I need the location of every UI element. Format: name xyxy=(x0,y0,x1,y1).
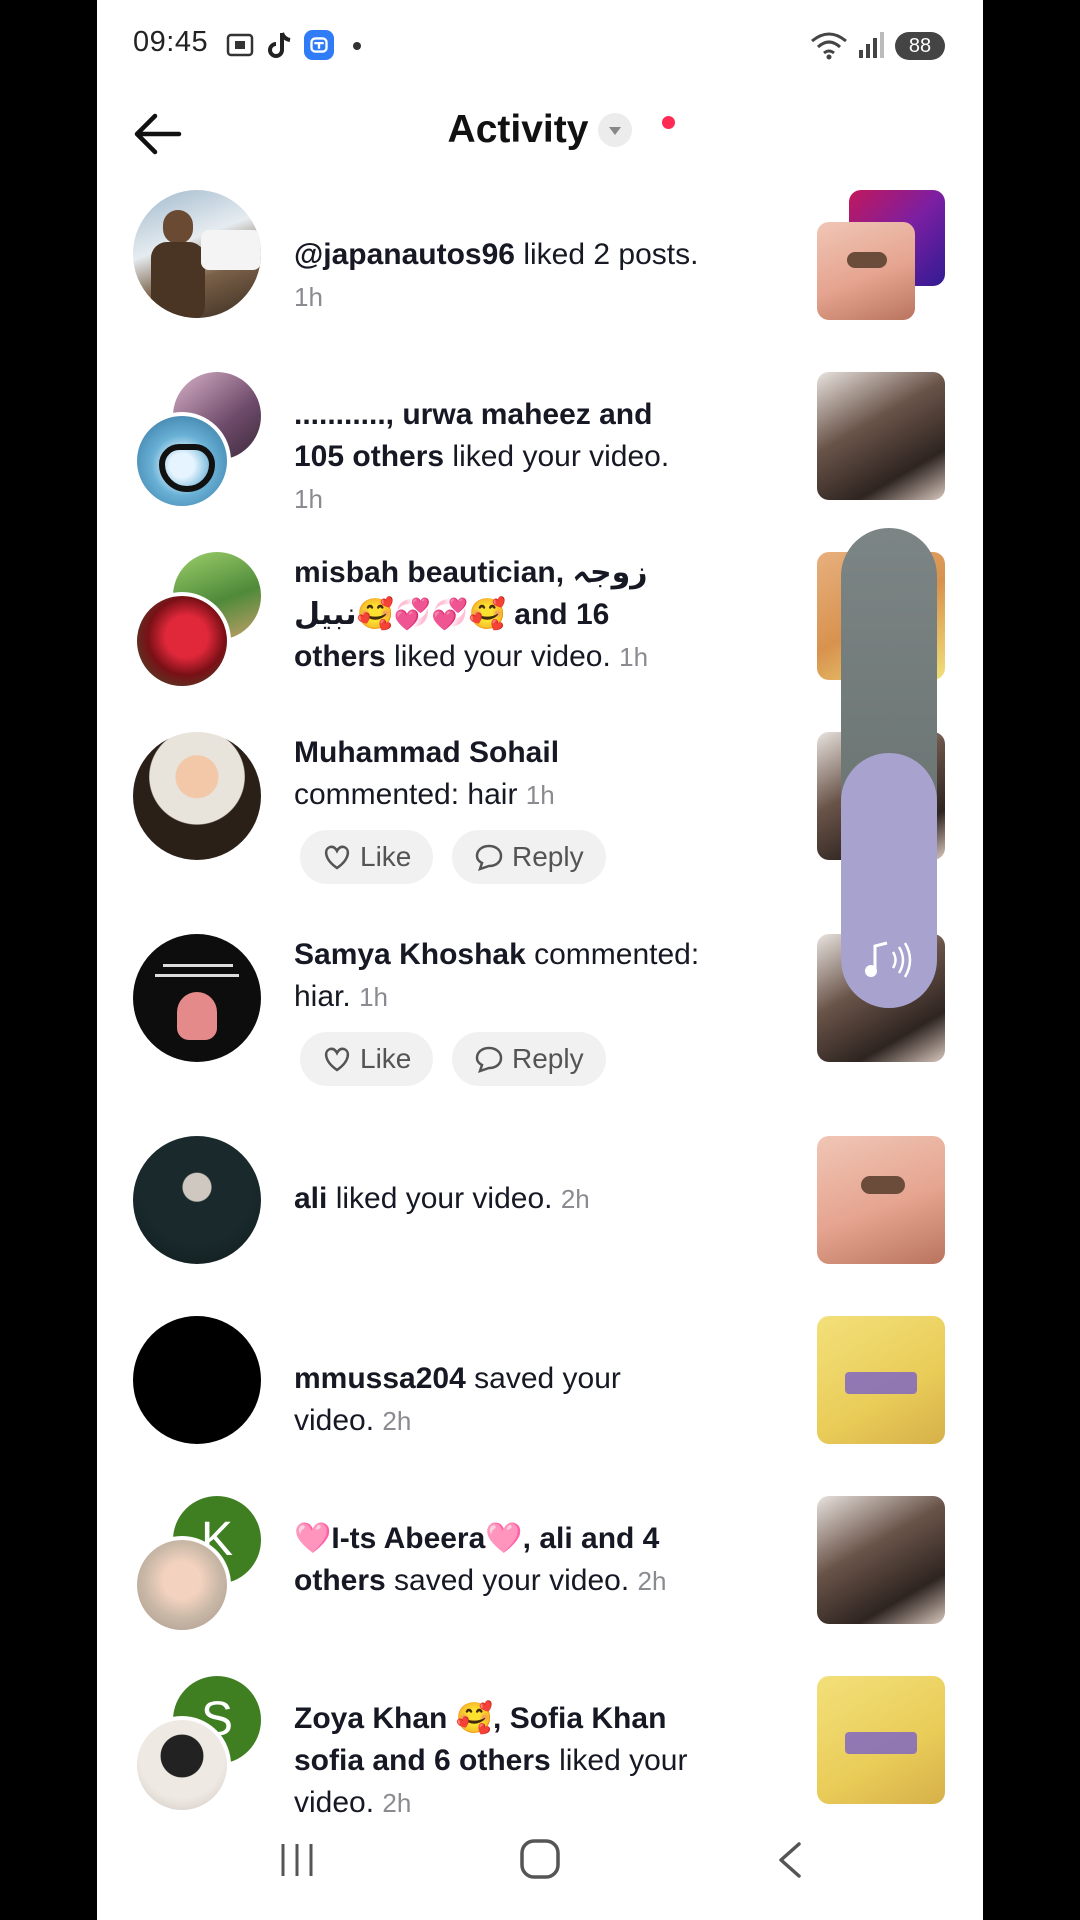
battery-indicator: 88 xyxy=(895,32,945,60)
post-thumbnail[interactable] xyxy=(817,222,915,320)
page-title: Activity xyxy=(447,108,589,151)
post-thumbnail[interactable] xyxy=(817,372,945,500)
notification-row[interactable]: @japanautos96 liked 2 posts. 1h xyxy=(97,190,983,330)
heart-icon xyxy=(324,1047,350,1072)
home-icon[interactable] xyxy=(519,1838,561,1880)
user-name[interactable]: mmussa204 xyxy=(294,1362,466,1395)
notification-text: @japanautos96 liked 2 posts. 1h xyxy=(294,238,699,312)
post-thumbnail[interactable] xyxy=(817,1316,945,1444)
notification-row[interactable]: ali liked your video. 2h xyxy=(97,1136,983,1266)
post-thumbnail[interactable] xyxy=(817,1136,945,1264)
status-time: 09:45 xyxy=(133,26,209,58)
avatar[interactable] xyxy=(133,190,261,318)
notification-text: Zoya Khan 🥰, Sofia Khan sofia and 6 othe… xyxy=(294,1702,688,1819)
notification-text: mmussa204 saved your video. 2h xyxy=(294,1362,621,1437)
notification-row[interactable]: K 🩷I-ts Abeera🩷, ali and 4 others saved … xyxy=(97,1496,983,1636)
post-thumbnail[interactable] xyxy=(817,1676,945,1804)
reply-comment-button[interactable]: Reply xyxy=(452,830,606,884)
avatar[interactable] xyxy=(133,1716,231,1814)
notification-text: Samya Khoshak commented: hiar. 1h xyxy=(294,938,700,1013)
post-thumbnail[interactable] xyxy=(817,1496,945,1624)
volume-side-panel[interactable] xyxy=(841,528,937,1008)
heart-icon xyxy=(324,845,350,870)
activity-filter-dropdown[interactable]: Activity xyxy=(448,108,633,152)
recent-apps-icon[interactable] xyxy=(277,1840,317,1880)
notification-row[interactable]: S Zoya Khan 🥰, Sofia Khan sofia and 6 ot… xyxy=(97,1676,983,1819)
like-comment-button[interactable]: Like xyxy=(300,830,434,884)
tiktok-icon xyxy=(268,32,291,58)
user-name[interactable]: Muhammad Sohail xyxy=(294,736,559,769)
unread-dot xyxy=(662,116,675,129)
chevron-down-icon xyxy=(598,113,633,147)
avatar[interactable] xyxy=(133,934,261,1062)
avatar[interactable] xyxy=(133,1136,261,1264)
avatar[interactable] xyxy=(133,592,231,690)
comment-bubble-icon xyxy=(475,1046,503,1073)
notification-text: ali liked your video. 2h xyxy=(294,1182,590,1215)
signal-icon xyxy=(859,32,884,58)
user-name[interactable]: @japanautos96 xyxy=(294,238,515,271)
user-name[interactable]: Samya Khoshak xyxy=(294,938,526,971)
music-sound-icon xyxy=(865,941,912,978)
header: Activity xyxy=(97,108,983,152)
comment-bubble-icon xyxy=(475,844,503,871)
reply-comment-button[interactable]: Reply xyxy=(452,1032,606,1086)
system-nav-bar xyxy=(97,1830,983,1920)
notification-row[interactable]: mmussa204 saved your video. 2h xyxy=(97,1316,983,1446)
screenshot-icon xyxy=(226,33,254,57)
user-name[interactable]: ali xyxy=(294,1182,327,1215)
notification-text: ..........., urwa maheez and 105 others … xyxy=(294,398,670,514)
notification-text: Muhammad Sohail commented: hair 1h xyxy=(294,736,560,811)
avatar[interactable] xyxy=(133,1536,231,1634)
app-t-icon xyxy=(304,30,334,60)
like-comment-button[interactable]: Like xyxy=(300,1032,434,1086)
phone-screen: 09:45 88 Activity @japanautos96 liked 2 … xyxy=(97,0,983,1920)
avatar[interactable] xyxy=(133,412,231,510)
notification-row[interactable]: ..........., urwa maheez and 105 others … xyxy=(97,370,983,514)
status-bar: 09:45 88 xyxy=(97,0,983,92)
avatar[interactable] xyxy=(133,1316,261,1444)
wifi-icon xyxy=(811,32,847,60)
avatar[interactable] xyxy=(133,732,261,860)
system-back-icon[interactable] xyxy=(775,1840,805,1880)
notification-text: misbah beautician, زوجہ نبیل🥰💞💞🥰 and 16 … xyxy=(294,556,649,673)
more-options-icon[interactable]: ••• xyxy=(97,552,193,584)
notification-dot-icon xyxy=(353,42,361,50)
notification-text: 🩷I-ts Abeera🩷, ali and 4 others saved yo… xyxy=(294,1522,667,1597)
